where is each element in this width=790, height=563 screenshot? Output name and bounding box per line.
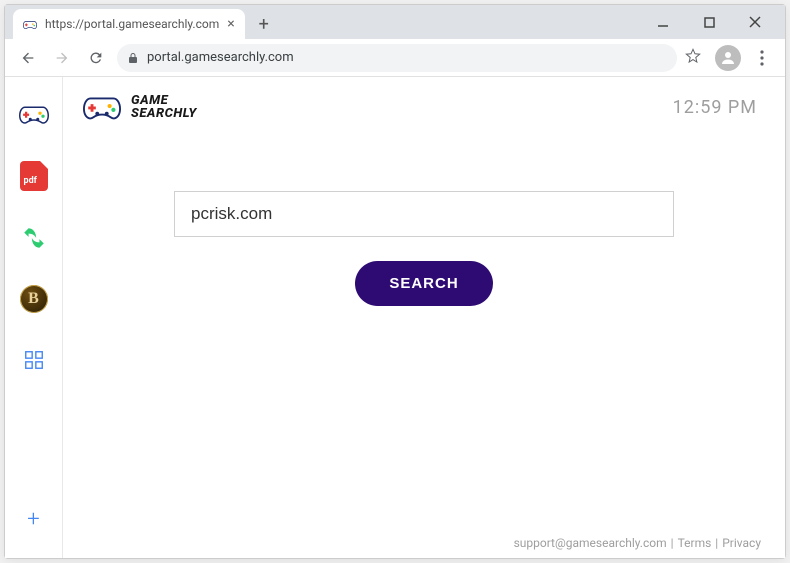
tab-close-icon[interactable]: ×: [227, 16, 234, 32]
nav-reload-icon[interactable]: [83, 45, 109, 71]
sidebar-pdf-label: pdf: [24, 176, 37, 186]
bookmark-star-icon[interactable]: [685, 48, 701, 68]
window-close-icon[interactable]: [741, 8, 769, 36]
sidebar-coin-letter: B: [28, 290, 39, 308]
footer: support@gamesearchly.com | Terms | Priva…: [514, 536, 761, 550]
browser-tab[interactable]: https://portal.gamesearchly.com ×: [13, 9, 245, 39]
sidebar: pdf B +: [5, 77, 63, 558]
footer-email: support@gamesearchly.com: [514, 536, 667, 550]
browser-tabbar: https://portal.gamesearchly.com × +: [5, 5, 785, 39]
nav-back-icon[interactable]: [15, 45, 41, 71]
sidebar-item-swap-icon[interactable]: [19, 223, 49, 253]
window-minimize-icon[interactable]: [649, 8, 677, 36]
tab-title: https://portal.gamesearchly.com: [45, 17, 219, 31]
search-input[interactable]: [174, 191, 674, 237]
footer-privacy-link[interactable]: Privacy: [722, 536, 761, 550]
new-tab-button[interactable]: +: [251, 11, 277, 37]
search-button[interactable]: SEARCH: [355, 261, 492, 306]
brand-logo[interactable]: GAME SEARCHLY: [83, 93, 197, 121]
clock: 12:59 PM: [673, 97, 757, 118]
window-maximize-icon[interactable]: [695, 8, 723, 36]
sidebar-item-coin-icon[interactable]: B: [20, 285, 48, 313]
browser-urlbar: portal.gamesearchly.com: [5, 39, 785, 77]
omnibox-url: portal.gamesearchly.com: [147, 50, 294, 65]
footer-sep: |: [715, 536, 718, 550]
sidebar-item-apps-grid-icon[interactable]: [19, 345, 49, 375]
omnibox[interactable]: portal.gamesearchly.com: [117, 44, 677, 72]
chrome-menu-icon[interactable]: [749, 45, 775, 71]
footer-terms-link[interactable]: Terms: [678, 536, 712, 550]
tab-favicon-controller-icon: [23, 17, 37, 31]
profile-avatar-icon[interactable]: [715, 45, 741, 71]
window-controls: [649, 5, 779, 39]
brand-line2: SEARCHLY: [131, 107, 197, 120]
sidebar-add-button[interactable]: +: [19, 504, 49, 534]
brand-text: GAME SEARCHLY: [131, 94, 197, 120]
nav-forward-icon[interactable]: [49, 45, 75, 71]
sidebar-item-pdf-icon[interactable]: pdf: [20, 161, 48, 191]
footer-sep: |: [671, 536, 674, 550]
page-content: GAME SEARCHLY 12:59 PM SEARCH support@ga…: [63, 77, 785, 558]
brand-controller-icon: [83, 93, 121, 121]
lock-icon: [127, 51, 139, 65]
sidebar-item-controller-icon[interactable]: [19, 99, 49, 129]
